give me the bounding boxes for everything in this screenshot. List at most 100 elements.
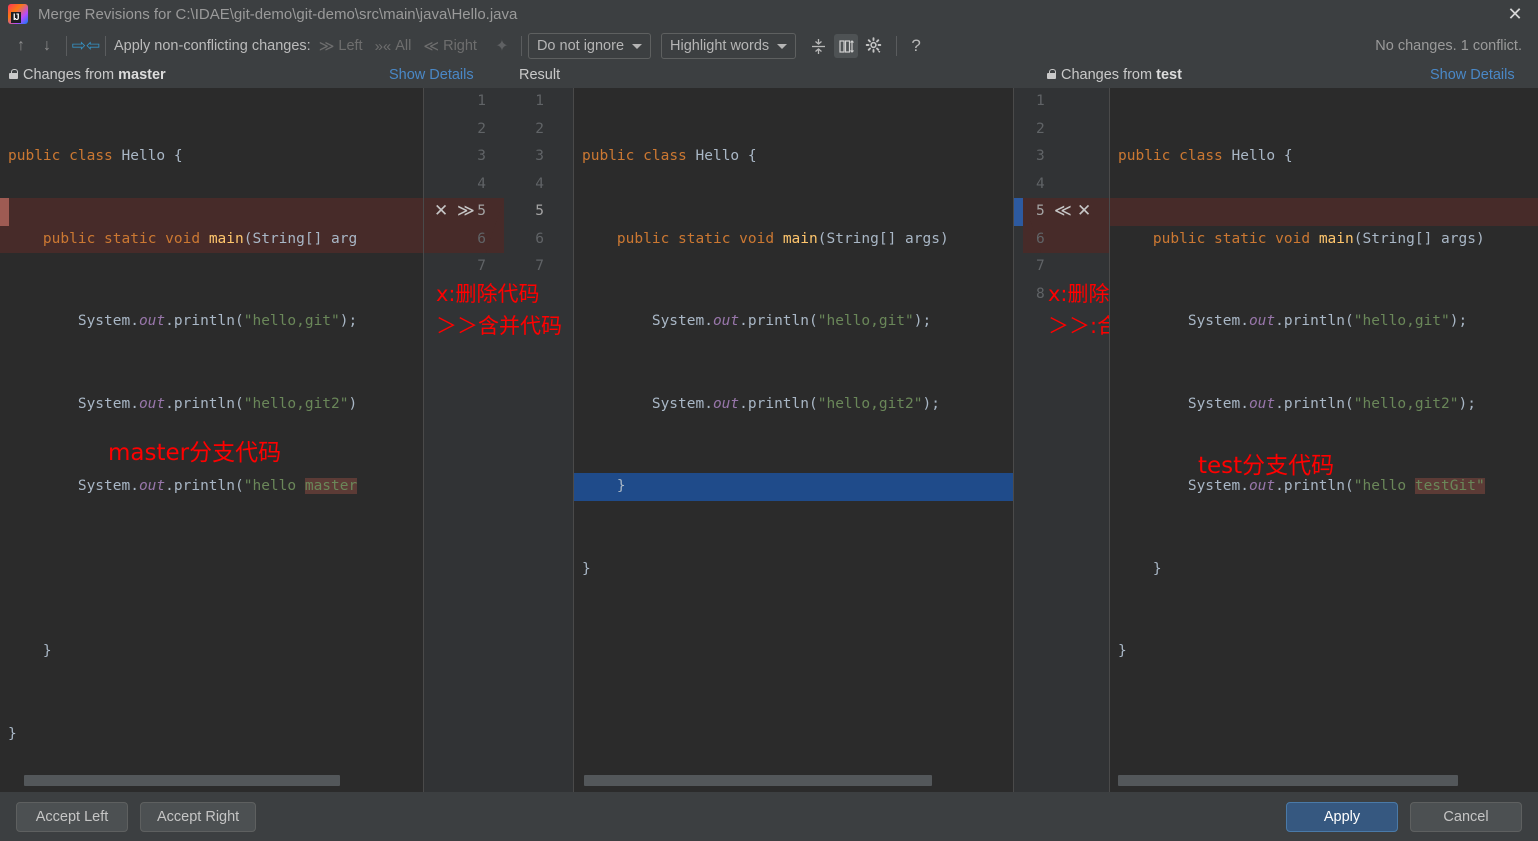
merge-revisions-dialog: Merge Revisions for C:\IDAE\git-demo\git… [0,0,1538,841]
left-legend-merge: ＞＞含并代码 [436,314,562,338]
ignore-policy-dropdown[interactable]: Do not ignore [527,33,652,59]
right-legend-remove: x:删除代码 [1048,282,1110,306]
right-show-details-link[interactable]: Show Details [1430,67,1515,83]
gutter-line: 33 [477,148,544,164]
right-branch-note: test分支代码 [1198,453,1335,479]
gutter-line: 22 [477,120,544,137]
lock-icon-right [1046,68,1057,79]
highlight-policy-value: Highlight words [670,38,770,54]
next-difference-icon[interactable]: ↓ [34,33,60,59]
code-line: public class Hello { [8,148,183,164]
result-scrollbar-thumb[interactable] [584,775,932,786]
dialog-footer: Accept Left Accept Right Apply Cancel [0,792,1538,841]
left-accept-change-icon[interactable]: ≫ [457,198,475,226]
magic-resolve-icon[interactable]: ✦ [489,33,515,59]
code-line: System.out.println("hello,git"); [582,313,932,329]
help-icon[interactable]: ? [903,33,929,59]
left-pane-title: Changes from master [8,67,166,83]
right-horizontal-scrollbar[interactable] [1118,775,1536,786]
ignore-policy-value: Do not ignore [536,38,625,54]
toolbar-divider-4 [896,36,898,56]
code-line: System.out.println("hello,git"); [8,313,358,329]
code-line: public static void main(String[] arg [42,230,358,247]
lock-icon-left [8,68,19,79]
apply-right-label: Right [443,38,477,54]
gutter-line: 2 [1036,120,1045,137]
result-code-text: public class Hello { public static void … [574,88,1014,638]
left-legend-remove: x:删除代码 [436,282,540,306]
diff-toolbar: ↑ ↓ ⇨⇦ Apply non-conflicting changes: ≫ … [0,28,1538,64]
apply-left-button[interactable]: ≫ Left [319,37,363,55]
code-line: } [582,560,591,577]
code-line: public static void main(String[] args) [1152,230,1485,247]
code-line-selected: } [574,473,1014,501]
code-line: System.out.println("hello,git"); [1118,313,1468,329]
code-line: System.out.println("hello master [8,478,358,494]
window-title: Merge Revisions for C:\IDAE\git-demo\git… [38,5,518,23]
right-accept-change-icon[interactable]: ≪ [1054,198,1072,226]
gutter-line: 77 [477,258,544,274]
apply-non-conflicting-icon[interactable]: ⇨⇦ [72,33,101,59]
left-branch-note: master分支代码 [108,440,282,466]
result-horizontal-scrollbar[interactable] [584,775,1004,786]
chevron-both-icon: »« [374,37,392,55]
code-line: System.out.println("hello,git2"); [1118,395,1476,412]
code-line: public static void main(String[] args) [616,230,949,247]
toolbar-divider [66,36,67,56]
previous-difference-icon[interactable]: ↑ [8,33,34,59]
right-remove-change-icon[interactable]: ✕ [1077,198,1091,226]
title-bar: Merge Revisions for C:\IDAE\git-demo\git… [0,0,1538,28]
gutter-line: 6 [1036,230,1045,247]
apply-button[interactable]: Apply [1286,801,1398,832]
code-line: } [8,725,17,742]
code-line: public class Hello { [582,148,757,164]
pane-separator-1 [423,88,424,792]
result-pane-title: Result [519,67,561,83]
right-scrollbar-thumb[interactable] [1118,775,1458,786]
code-line: } [1118,643,1127,659]
right-branch-name: test [1156,67,1182,83]
left-horizontal-scrollbar[interactable] [24,775,414,786]
collapse-unchanged-icon[interactable] [806,34,830,58]
apply-left-label: Left [338,38,363,54]
right-editor-pane[interactable]: public class Hello { public static void … [1110,88,1538,792]
intellij-idea-logo-icon [8,4,28,24]
left-show-details-link[interactable]: Show Details [389,67,474,83]
code-line: } [8,643,52,659]
cancel-button[interactable]: Cancel [1410,801,1522,832]
gutter-line: 44 [477,175,544,192]
code-line: public class Hello { [1118,148,1293,164]
gutter-line: 7 [1036,258,1045,274]
left-gutter: 11 22 33 44 ✕ ≫ 5 5 66 77 x:删除代码 ＞＞含并代码 [424,88,574,792]
toolbar-divider-2 [105,36,106,56]
merge-status-text: No changes. 1 conflict. [1375,38,1522,54]
left-line-numbers: 11 22 33 44 ✕ ≫ 5 5 66 77 [424,88,574,281]
toolbar-divider-3 [520,36,522,56]
right-line-numbers: 1 2 3 4 5 ≪ ✕ 6 7 8 [1014,88,1110,308]
accept-right-button[interactable]: Accept Right [140,801,257,832]
gutter-line-conflict: 5 ≪ ✕ [1014,198,1110,226]
right-gutter: 1 2 3 4 5 ≪ ✕ 6 7 8 x:删除代码 ＞＞:合并代码 [1014,88,1110,792]
chevron-down-icon-2 [777,43,788,49]
left-scrollbar-thumb[interactable] [24,775,340,786]
code-line: System.out.println("hello,git2"); [582,395,940,412]
accept-left-button[interactable]: Accept Left [16,801,128,832]
result-editor-pane[interactable]: public class Hello { public static void … [574,88,1014,792]
apply-all-button[interactable]: »« All [375,38,412,55]
apply-right-button[interactable]: ≪ Right [423,37,477,55]
gutter-line: 66 [477,230,544,247]
gutter-line: 4 [1036,175,1045,192]
apply-non-conflicting-label: Apply non-conflicting changes: [114,38,311,54]
close-icon[interactable]: ✕ [1492,0,1538,28]
right-legend-merge: ＞＞:合并代码 [1048,314,1110,338]
left-remove-change-icon[interactable]: ✕ [434,198,448,226]
code-line: System.out.println("hello,git2") [8,395,358,412]
highlight-policy-dropdown[interactable]: Highlight words [661,33,797,59]
chevron-left-double-icon: ≪ [423,38,440,55]
chevron-down-icon [632,43,643,49]
sync-scroll-icon[interactable] [834,34,859,58]
chevron-right-double-icon: ≫ [318,38,335,55]
gear-icon[interactable] [862,34,886,58]
gutter-line: 3 [1036,148,1045,164]
